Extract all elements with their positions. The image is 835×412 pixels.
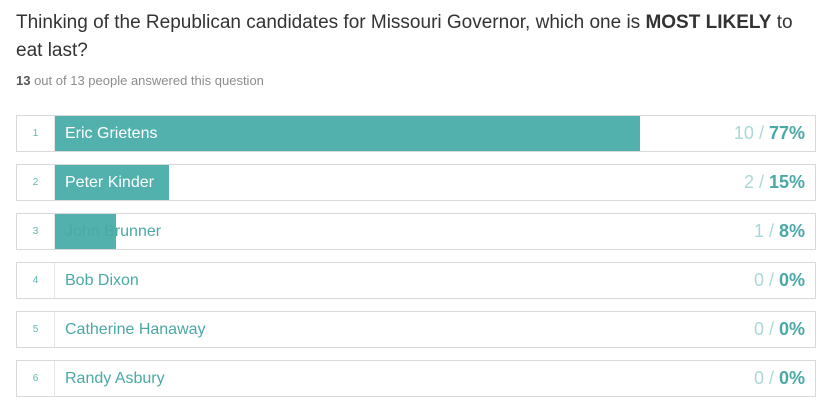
result-label: Eric Grietens [65, 125, 158, 142]
results-list: 1 Eric Grietens 10 / 77% 2 Peter Kinder 2 / 1… [16, 115, 816, 409]
result-separator: / [763, 319, 779, 339]
result-separator: / [763, 368, 779, 388]
result-separator: / [753, 123, 769, 143]
result-separator: / [763, 221, 779, 241]
result-label: Randy Asbury [65, 370, 165, 387]
result-index: 3 [17, 214, 55, 249]
result-index: 5 [17, 312, 55, 347]
result-index: 1 [17, 116, 55, 151]
result-stat: 0 / 0% [754, 263, 805, 298]
result-percent: 0% [778, 368, 805, 388]
result-row[interactable]: 4 Bob Dixon 0 / 0% [16, 262, 816, 299]
result-separator: / [753, 172, 769, 192]
result-row[interactable]: 6 Randy Asbury 0 / 0% [16, 360, 816, 397]
result-count: 0 [753, 270, 764, 290]
result-index: 4 [17, 263, 55, 298]
result-count: 10 [733, 123, 754, 143]
result-count: 1 [753, 221, 764, 241]
result-count: 0 [753, 368, 764, 388]
question-title: Thinking of the Republican candidates fo… [16, 9, 821, 65]
result-row[interactable]: 3 John Brunner 1 / 8% [16, 213, 816, 250]
result-label: Peter Kinder [65, 174, 154, 191]
result-index: 6 [17, 361, 55, 396]
result-row[interactable]: 2 Peter Kinder 2 / 15% [16, 164, 816, 201]
result-label: Bob Dixon [65, 272, 139, 289]
answered-count: 13 [16, 73, 31, 88]
answered-text: out of 13 people answered this question [30, 73, 264, 88]
result-row[interactable]: 5 Catherine Hanaway 0 / 0% [16, 311, 816, 348]
result-count: 0 [753, 319, 764, 339]
result-index: 2 [17, 165, 55, 200]
answered-summary: 13 out of 13 people answered this questi… [16, 73, 264, 89]
question-text-before: Thinking of the Republican candidates fo… [16, 12, 646, 33]
result-stat: 0 / 0% [754, 312, 805, 347]
result-label: Catherine Hanaway [65, 321, 206, 338]
question-emphasis: MOST LIKELY [645, 12, 772, 33]
result-percent: 77% [768, 123, 805, 143]
result-stat: 1 / 8% [754, 214, 805, 249]
result-percent: 0% [778, 270, 805, 290]
result-stat: 2 / 15% [744, 165, 805, 200]
result-percent: 8% [778, 221, 805, 241]
result-row[interactable]: 1 Eric Grietens 10 / 77% [16, 115, 816, 152]
result-count: 2 [743, 172, 754, 192]
result-stat: 0 / 0% [754, 361, 805, 396]
result-stat: 10 / 77% [734, 116, 805, 151]
result-percent: 0% [778, 319, 805, 339]
result-label: John Brunner [65, 223, 162, 240]
result-separator: / [763, 270, 779, 290]
result-percent: 15% [768, 172, 805, 192]
